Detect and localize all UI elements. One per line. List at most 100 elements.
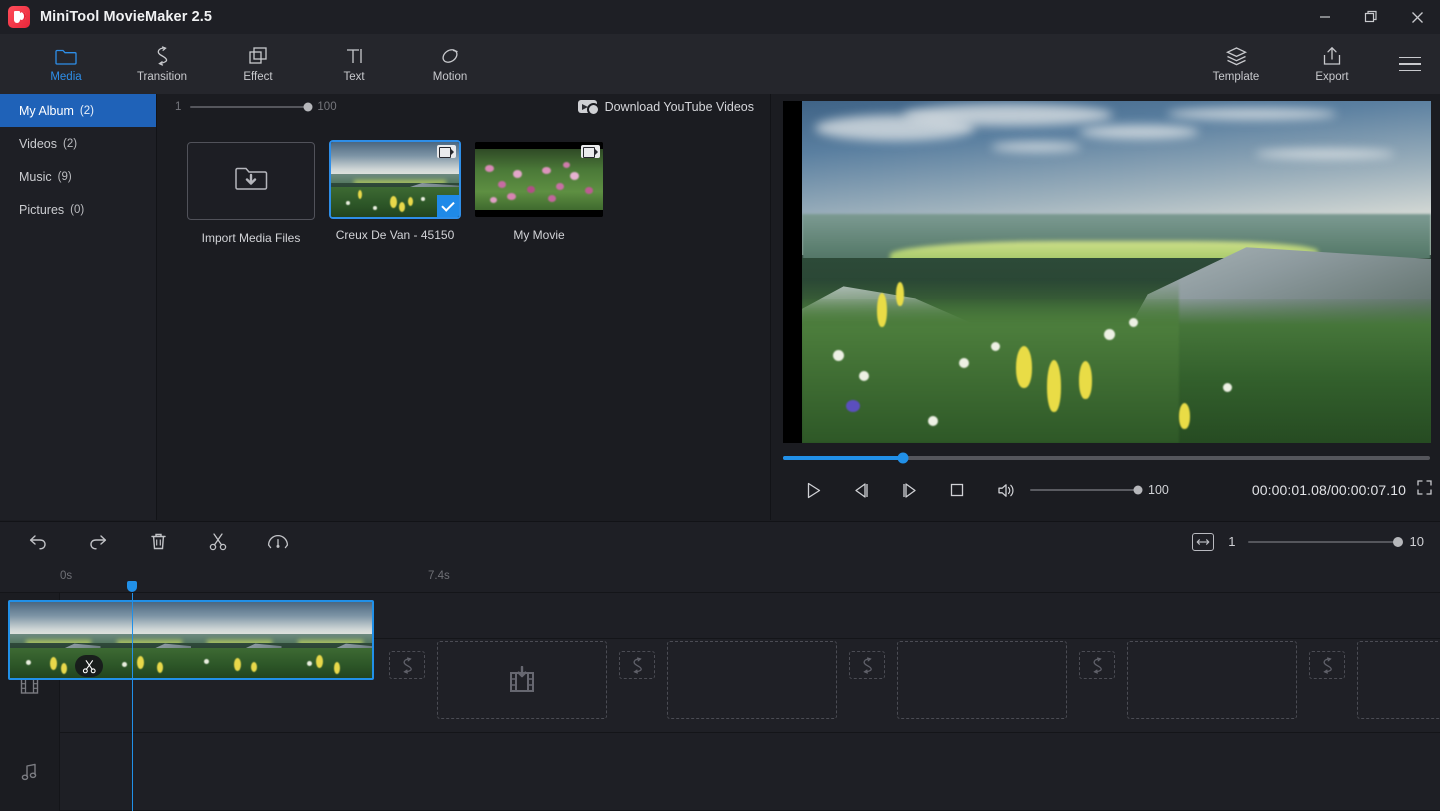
media-item-import-label: Import Media Files bbox=[202, 231, 301, 245]
maximize-icon[interactable] bbox=[1348, 0, 1394, 34]
ribbon-tab-media-label: Media bbox=[50, 71, 81, 83]
media-item-my-movie-label: My Movie bbox=[513, 228, 564, 242]
ribbon-tab-media[interactable]: Media bbox=[18, 34, 114, 94]
import-media-files-button[interactable] bbox=[187, 142, 315, 220]
media-drop-slot[interactable] bbox=[897, 641, 1067, 719]
transition-arrows-icon bbox=[151, 45, 173, 67]
media-item-import[interactable]: Import Media Files bbox=[179, 142, 323, 245]
media-selected-checkmark[interactable] bbox=[437, 195, 459, 217]
sidebar-item-videos[interactable]: Videos (2) bbox=[0, 127, 156, 160]
media-panel-toolbar: 1 100 Download YouTube Videos bbox=[157, 94, 770, 120]
transition-slot[interactable] bbox=[1309, 651, 1345, 679]
ribbon-tab-motion[interactable]: Motion bbox=[402, 34, 498, 94]
thumb-zoom-knob[interactable] bbox=[304, 102, 313, 111]
youtube-download-icon bbox=[578, 100, 597, 113]
ribbon-tab-effect[interactable]: Effect bbox=[210, 34, 306, 94]
timeline-zoom-knob[interactable] bbox=[1393, 537, 1403, 547]
minimize-icon[interactable] bbox=[1302, 0, 1348, 34]
volume-knob[interactable] bbox=[1134, 486, 1143, 495]
media-drop-slot[interactable] bbox=[1127, 641, 1297, 719]
close-icon[interactable] bbox=[1394, 0, 1440, 34]
delete-button[interactable] bbox=[138, 525, 178, 559]
thumb-zoom-max: 100 bbox=[317, 101, 336, 113]
template-button[interactable]: Template bbox=[1188, 34, 1284, 94]
sidebar-item-pictures-count: (0) bbox=[70, 204, 84, 216]
next-frame-button[interactable] bbox=[889, 473, 929, 507]
playhead-handle[interactable] bbox=[127, 581, 137, 592]
volume-track[interactable] bbox=[1030, 489, 1138, 491]
split-clip-chip[interactable] bbox=[75, 655, 103, 677]
sidebar-item-music-label: Music bbox=[19, 170, 52, 184]
ribbon-right-group: Template Export bbox=[1188, 34, 1440, 94]
fullscreen-icon[interactable] bbox=[1417, 480, 1432, 500]
media-drop-slot[interactable] bbox=[1357, 641, 1440, 719]
library-sidebar: My Album (2) Videos (2) Music (9) Pictur… bbox=[0, 94, 157, 520]
motion-ellipse-icon bbox=[439, 45, 461, 67]
media-item-creux-de-van[interactable]: Creux De Van - 45150 bbox=[323, 142, 467, 245]
ribbon-tab-text[interactable]: Text bbox=[306, 34, 402, 94]
sidebar-item-music[interactable]: Music (9) bbox=[0, 160, 156, 193]
volume-slider[interactable]: 100 bbox=[1030, 483, 1169, 497]
preview-controls: 100 00:00:01.08/00:00:07.10 bbox=[771, 470, 1440, 510]
download-youtube-videos-button[interactable]: Download YouTube Videos bbox=[578, 100, 754, 114]
export-button[interactable]: Export bbox=[1284, 34, 1380, 94]
ribbon-left-group: Media Transition Effect Text bbox=[18, 34, 498, 94]
ruler-tick-0: 0s bbox=[60, 570, 72, 582]
stack-layers-icon bbox=[1225, 45, 1248, 67]
media-drop-slot[interactable] bbox=[667, 641, 837, 719]
media-item-creux-de-van-label: Creux De Van - 45150 bbox=[336, 228, 455, 242]
transition-slot[interactable] bbox=[1079, 651, 1115, 679]
timeline-clip-creux-de-van[interactable] bbox=[8, 600, 374, 680]
media-drop-slot[interactable] bbox=[437, 641, 607, 719]
timeline-zoom-track[interactable] bbox=[1248, 541, 1398, 543]
previous-frame-button[interactable] bbox=[841, 473, 881, 507]
speed-button[interactable] bbox=[258, 525, 298, 559]
sidebar-item-my-album-label: My Album bbox=[19, 104, 74, 118]
text-cursor-icon bbox=[344, 45, 365, 67]
add-media-film-icon bbox=[507, 666, 537, 694]
volume-button[interactable] bbox=[986, 473, 1026, 507]
app-logo-icon bbox=[8, 6, 30, 28]
media-item-my-movie[interactable]: My Movie bbox=[467, 142, 611, 245]
music-track-row[interactable] bbox=[60, 733, 1440, 811]
ribbon-tab-motion-label: Motion bbox=[433, 71, 468, 83]
sidebar-item-pictures[interactable]: Pictures (0) bbox=[0, 193, 156, 226]
app-title: MiniTool MovieMaker 2.5 bbox=[40, 9, 212, 25]
ribbon-tab-transition-label: Transition bbox=[137, 71, 187, 83]
export-upload-icon bbox=[1321, 45, 1343, 67]
media-thumbnail[interactable] bbox=[331, 142, 459, 217]
app-window: MiniTool MovieMaker 2.5 Media bbox=[0, 0, 1440, 811]
media-panel: 1 100 Download YouTube Videos Import Med… bbox=[157, 94, 770, 520]
seek-knob[interactable] bbox=[897, 453, 908, 464]
ribbon-tab-effect-label: Effect bbox=[243, 71, 272, 83]
folder-download-icon bbox=[234, 164, 268, 199]
hamburger-menu-icon[interactable] bbox=[1380, 34, 1440, 94]
transition-slot[interactable] bbox=[389, 651, 425, 679]
stop-button[interactable] bbox=[937, 473, 977, 507]
playhead-line[interactable] bbox=[132, 593, 133, 811]
preview-seek-slider[interactable] bbox=[783, 456, 1430, 460]
thumb-zoom-min: 1 bbox=[175, 101, 181, 113]
redo-button[interactable] bbox=[78, 525, 118, 559]
transition-slot[interactable] bbox=[849, 651, 885, 679]
window-controls bbox=[1302, 0, 1440, 34]
thumbnail-size-slider[interactable]: 1 100 bbox=[175, 101, 337, 113]
preview-panel: 100 00:00:01.08/00:00:07.10 bbox=[770, 94, 1440, 520]
sidebar-item-my-album[interactable]: My Album (2) bbox=[0, 94, 156, 127]
timeline-zoom-min: 1 bbox=[1228, 534, 1235, 549]
preview-stage[interactable] bbox=[783, 101, 1431, 443]
transition-slot[interactable] bbox=[619, 651, 655, 679]
thumb-zoom-track[interactable] bbox=[190, 106, 308, 108]
play-button[interactable] bbox=[793, 473, 833, 507]
timeline-zoom-slider[interactable]: 1 10 bbox=[1228, 534, 1424, 549]
undo-button[interactable] bbox=[18, 525, 58, 559]
split-button[interactable] bbox=[198, 525, 238, 559]
clip-frame bbox=[101, 602, 192, 678]
title-bar: MiniTool MovieMaker 2.5 bbox=[0, 0, 1440, 34]
media-thumbnail[interactable] bbox=[475, 142, 603, 217]
music-note-icon[interactable] bbox=[0, 733, 60, 811]
fit-to-window-icon[interactable] bbox=[1192, 533, 1214, 551]
ribbon-tab-transition[interactable]: Transition bbox=[114, 34, 210, 94]
sidebar-item-videos-label: Videos bbox=[19, 137, 57, 151]
timeline-ruler[interactable]: 0s 7.4s bbox=[0, 561, 1440, 593]
